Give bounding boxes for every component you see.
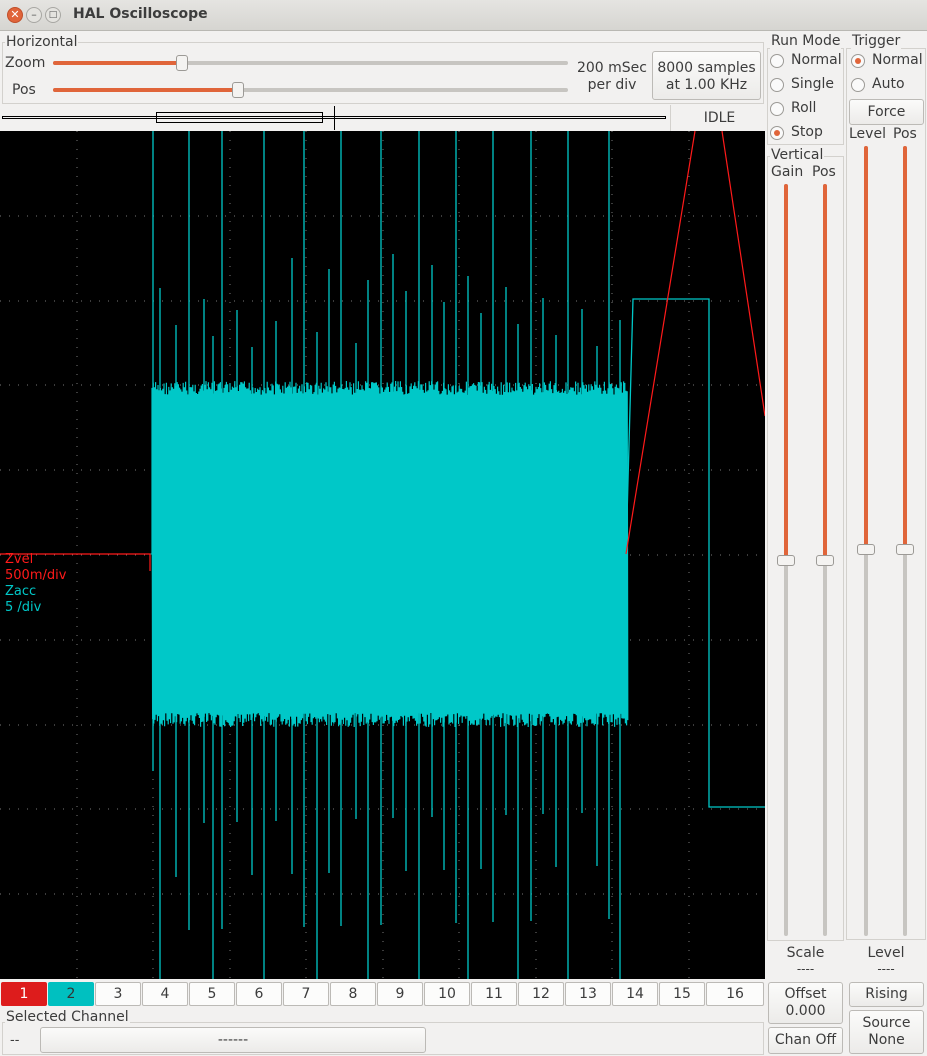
vertical-pos-slider[interactable] xyxy=(816,184,834,936)
vertical-pos-handle[interactable] xyxy=(816,555,834,566)
vertical-group xyxy=(767,156,844,941)
offset-label: Offset xyxy=(784,986,827,1002)
waveform-canvas xyxy=(0,130,766,979)
pos-label: Pos xyxy=(12,82,36,98)
trigger-label: Trigger xyxy=(851,33,902,49)
close-icon[interactable]: ✕ xyxy=(7,7,23,23)
channel-10-button[interactable]: 10 xyxy=(424,982,470,1006)
trigger-source-value: None xyxy=(868,1032,905,1048)
trace-1-name: Zvel xyxy=(5,552,34,567)
offset-button[interactable]: Offset 0.000 xyxy=(768,982,843,1024)
force-trigger-button[interactable]: Force xyxy=(849,99,924,125)
trace-2-tail xyxy=(625,298,765,808)
samples-count: 8000 samples xyxy=(657,60,756,76)
run-mode-normal-label[interactable]: Normal xyxy=(791,52,842,68)
trigger-pos-fill xyxy=(903,146,907,549)
trigger-normal-radio[interactable] xyxy=(851,54,865,68)
time-per-div-value: 200 mSec xyxy=(576,60,647,76)
trace-legend: Zvel 500m/div Zacc 5 /div xyxy=(5,552,66,616)
zoom-slider-fill xyxy=(53,61,182,65)
trigger-auto-label[interactable]: Auto xyxy=(872,76,905,92)
zoom-slider-handle[interactable] xyxy=(176,55,188,71)
channel-2-button[interactable]: 2 xyxy=(48,982,94,1006)
horizontal-pos-slider-handle[interactable] xyxy=(232,82,244,98)
channel-9-button[interactable]: 9 xyxy=(377,982,423,1006)
channel-5-button[interactable]: 5 xyxy=(189,982,235,1006)
channel-6-button[interactable]: 6 xyxy=(236,982,282,1006)
run-mode-stop-label[interactable]: Stop xyxy=(791,124,823,140)
scope-display[interactable]: Zvel 500m/div Zacc 5 /div xyxy=(0,130,766,979)
vertical-pos-label: Pos xyxy=(812,164,836,180)
trigger-auto-radio[interactable] xyxy=(851,78,865,92)
run-mode-normal-radio[interactable] xyxy=(770,54,784,68)
channel-11-button[interactable]: 11 xyxy=(471,982,517,1006)
window-title: HAL Oscilloscope xyxy=(73,6,208,22)
run-mode-stop-radio[interactable] xyxy=(770,126,784,140)
zoom-label: Zoom xyxy=(5,55,46,71)
scale-label: Scale xyxy=(786,945,825,961)
vertical-label: Vertical xyxy=(770,147,825,163)
trigger-position-marker xyxy=(334,106,335,130)
scale-value: ---- xyxy=(796,962,815,976)
run-mode-roll-label[interactable]: Roll xyxy=(791,100,816,116)
maximize-icon[interactable]: □ xyxy=(45,7,61,23)
window-titlebar: ✕ – □ HAL Oscilloscope xyxy=(0,0,927,31)
trace-2-scale: 5 /div xyxy=(5,600,42,615)
trigger-level-readout-label: Level xyxy=(867,945,905,961)
trigger-level-handle[interactable] xyxy=(857,544,875,555)
trigger-normal-label[interactable]: Normal xyxy=(872,52,923,68)
offset-value: 0.000 xyxy=(785,1003,826,1019)
channel-4-button[interactable]: 4 xyxy=(142,982,188,1006)
trigger-source-button[interactable]: Source None xyxy=(849,1010,924,1054)
channel-3-button[interactable]: 3 xyxy=(95,982,141,1006)
record-length-button[interactable]: 8000 samples at 1.00 KHz xyxy=(652,51,761,100)
trigger-group xyxy=(846,48,926,940)
position-bar[interactable] xyxy=(2,105,670,131)
channel-14-button[interactable]: 14 xyxy=(612,982,658,1006)
trigger-pos-label: Pos xyxy=(893,126,917,142)
run-mode-roll-radio[interactable] xyxy=(770,102,784,116)
trace-1-scale: 500m/div xyxy=(5,568,67,583)
horizontal-label: Horizontal xyxy=(5,34,79,50)
trigger-edge-button[interactable]: Rising xyxy=(849,982,924,1007)
selected-channel-prefix: -- xyxy=(10,1033,20,1048)
chan-off-button[interactable]: Chan Off xyxy=(768,1027,843,1054)
trace-1-ramp xyxy=(625,130,696,555)
trigger-level-readout-value: ---- xyxy=(877,962,895,976)
selected-channel-button[interactable]: ------ xyxy=(40,1027,426,1053)
run-mode-single-radio[interactable] xyxy=(770,78,784,92)
horizontal-pos-slider-fill xyxy=(53,88,238,92)
run-mode-single-label[interactable]: Single xyxy=(791,76,834,92)
sample-rate: at 1.00 KHz xyxy=(665,77,748,93)
minimize-icon[interactable]: – xyxy=(26,7,42,23)
trigger-source-label: Source xyxy=(862,1015,911,1031)
selected-channel-label: Selected Channel xyxy=(5,1009,130,1025)
zoom-slider[interactable] xyxy=(53,55,568,71)
channel-13-button[interactable]: 13 xyxy=(565,982,611,1006)
trigger-pos-handle[interactable] xyxy=(896,544,914,555)
status-indicator: IDLE xyxy=(670,105,768,131)
view-window[interactable] xyxy=(156,112,323,123)
vertical-gain-fill xyxy=(784,184,788,560)
trigger-level-slider[interactable] xyxy=(857,146,875,936)
channel-12-button[interactable]: 12 xyxy=(518,982,564,1006)
channel-1-button[interactable]: 1 xyxy=(1,982,47,1006)
vertical-gain-slider[interactable] xyxy=(777,184,795,936)
vertical-gain-handle[interactable] xyxy=(777,555,795,566)
channel-16-button[interactable]: 16 xyxy=(706,982,764,1006)
channel-8-button[interactable]: 8 xyxy=(330,982,376,1006)
trigger-pos-slider[interactable] xyxy=(896,146,914,936)
vertical-pos-fill xyxy=(823,184,827,560)
trace-2-name: Zacc xyxy=(5,584,37,599)
vertical-gain-label: Gain xyxy=(771,164,804,180)
channel-15-button[interactable]: 15 xyxy=(659,982,705,1006)
trigger-level-label: Level xyxy=(849,126,886,142)
trace-1-ramp-2 xyxy=(721,130,766,417)
time-per-div: 200 mSec per div xyxy=(572,60,652,94)
time-per-div-unit: per div xyxy=(587,77,637,93)
horizontal-pos-slider[interactable] xyxy=(53,82,568,98)
channel-7-button[interactable]: 7 xyxy=(283,982,329,1006)
run-mode-label: Run Mode xyxy=(770,33,842,49)
trigger-level-fill xyxy=(864,146,868,549)
